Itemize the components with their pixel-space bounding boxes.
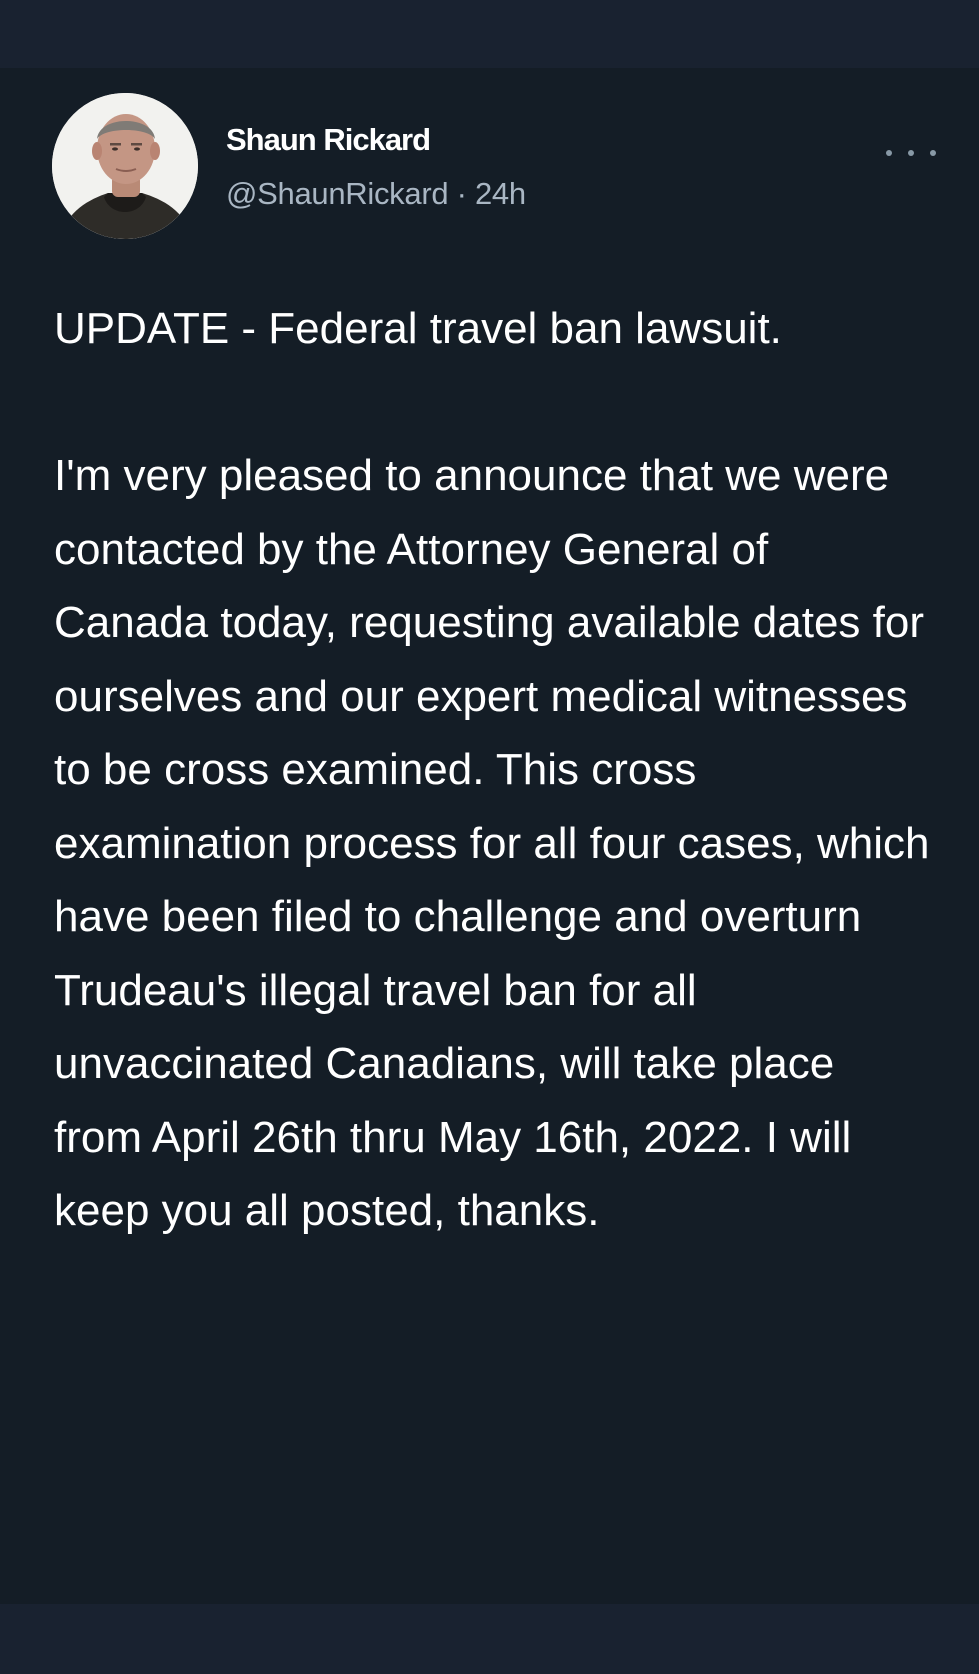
tweet-card[interactable]: Shaun Rickard @ShaunRickard · 24h UPDATE…: [0, 68, 979, 1604]
meta-separator: ·: [456, 176, 467, 211]
tweet-time[interactable]: 24h: [475, 176, 526, 211]
author-name[interactable]: Shaun Rickard: [226, 122, 431, 158]
more-dot: [930, 150, 936, 156]
bottom-bar: [0, 1604, 979, 1674]
author-avatar[interactable]: [52, 93, 198, 239]
avatar-photo-icon: [52, 93, 198, 239]
more-dot: [886, 150, 892, 156]
more-options-icon[interactable]: [886, 138, 936, 168]
status-bar: [0, 0, 979, 68]
tweet-text: UPDATE - Federal travel ban lawsuit. I'm…: [54, 304, 930, 1235]
author-handle[interactable]: @ShaunRickard: [226, 176, 449, 211]
tweet-meta: @ShaunRickard · 24h: [226, 176, 526, 212]
more-dot: [908, 150, 914, 156]
